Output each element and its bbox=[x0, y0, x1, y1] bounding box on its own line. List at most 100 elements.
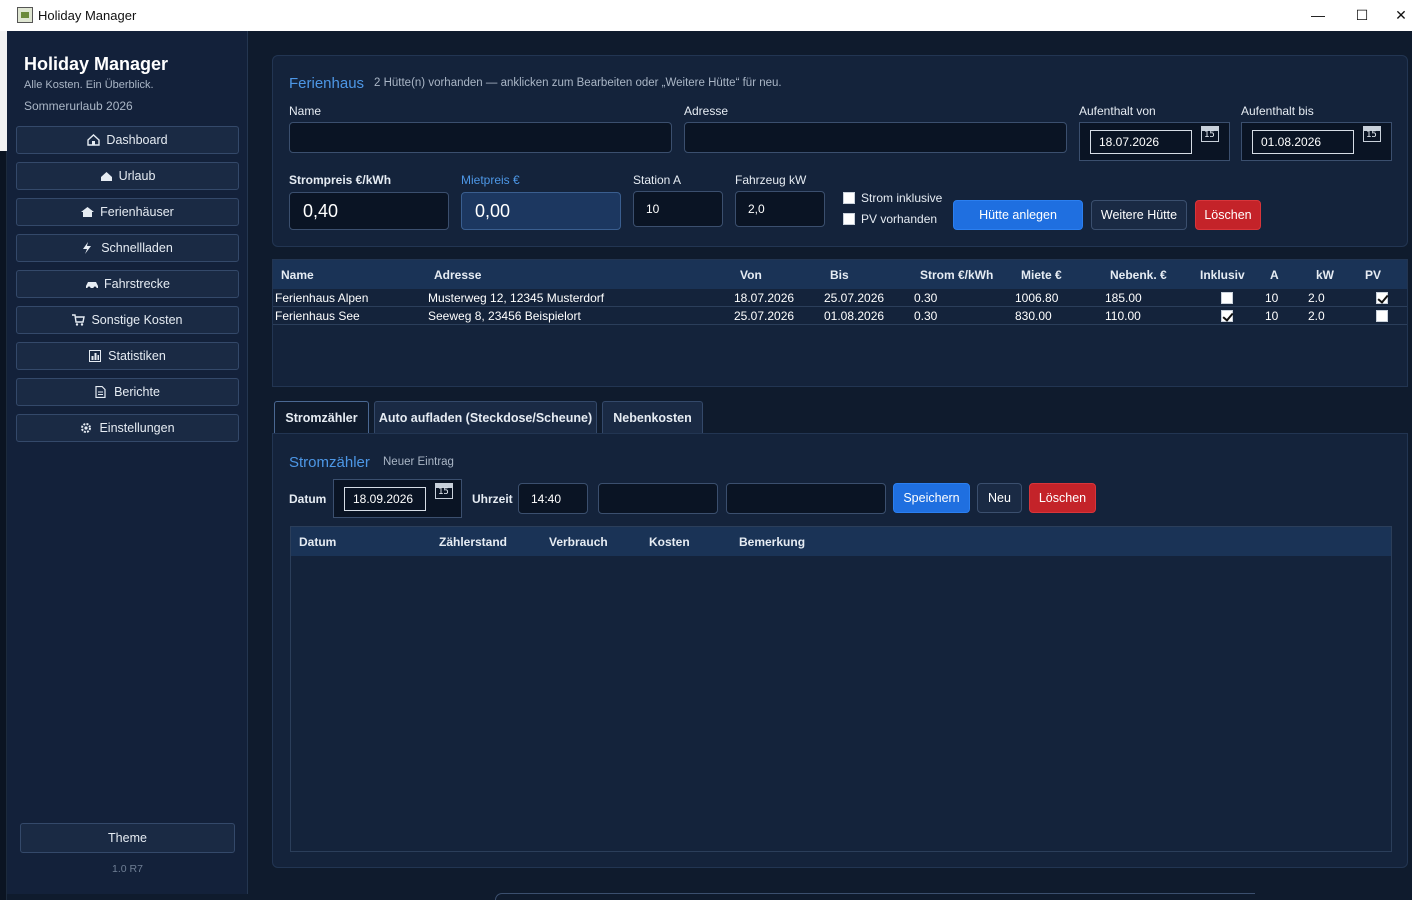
sidebar-item-statistiken[interactable]: Statistiken bbox=[16, 342, 239, 370]
cart-icon bbox=[72, 314, 86, 326]
stay-to-label: Aufenthalt bis bbox=[1241, 104, 1314, 118]
cell-inklusiv[interactable] bbox=[1221, 291, 1233, 307]
cell-nebenk: 110.00 bbox=[1105, 309, 1141, 323]
calendar-icon[interactable]: 15 bbox=[1363, 126, 1381, 142]
new-entry-button[interactable]: Neu bbox=[977, 483, 1022, 513]
uhrzeit-input[interactable]: 14:40 bbox=[518, 483, 588, 514]
sidebar-title: Holiday Manager bbox=[24, 54, 169, 74]
stay-from-date-picker[interactable]: 18.07.2026 15 bbox=[1079, 122, 1230, 161]
save-button[interactable]: Speichern bbox=[893, 483, 970, 513]
tab-auto-aufladen[interactable]: Auto aufladen (Steckdose/Scheune) bbox=[374, 401, 597, 434]
checkbox-box[interactable] bbox=[1221, 292, 1233, 304]
delete-entry-button[interactable]: Löschen bbox=[1029, 483, 1096, 513]
strom-inklusive-checkbox[interactable]: Strom inklusive bbox=[843, 191, 942, 205]
column-header[interactable]: kW bbox=[1316, 268, 1334, 282]
minimize-button[interactable]: — bbox=[1303, 4, 1333, 26]
fahrzeug-input[interactable]: 2,0 bbox=[735, 191, 825, 227]
checkbox-box[interactable] bbox=[1376, 292, 1388, 304]
window-title: Holiday Manager bbox=[38, 8, 137, 23]
sidebar-item-fahrstrecke[interactable]: Fahrstrecke bbox=[16, 270, 239, 298]
pv-label: PV vorhanden bbox=[861, 212, 938, 226]
column-header[interactable]: Inklusiv bbox=[1200, 268, 1245, 282]
stay-from-date-value[interactable]: 18.07.2026 bbox=[1090, 130, 1192, 154]
column-header[interactable]: Adresse bbox=[434, 268, 481, 282]
strompreis-input[interactable]: 0,40 bbox=[289, 192, 449, 230]
cell-kw: 2.0 bbox=[1308, 309, 1325, 323]
column-header[interactable]: Von bbox=[740, 268, 762, 282]
zaehlerstand-input[interactable] bbox=[598, 483, 718, 514]
datum-date-value[interactable]: 18.09.2026 bbox=[344, 487, 426, 511]
cell-miete: 1006.80 bbox=[1015, 291, 1059, 305]
column-header[interactable]: Zählerstand bbox=[439, 535, 507, 549]
checkbox-box[interactable] bbox=[1376, 310, 1388, 322]
table-row[interactable]: Ferienhaus See Seeweg 8, 23456 Beispielo… bbox=[273, 307, 1407, 325]
sidebar-item-label: Ferienhäuser bbox=[100, 205, 174, 219]
stay-to-date-picker[interactable]: 01.08.2026 15 bbox=[1241, 122, 1392, 161]
tab-stromzaehler[interactable]: Stromzähler bbox=[274, 401, 369, 434]
station-input[interactable]: 10 bbox=[633, 191, 723, 227]
column-header[interactable]: Verbrauch bbox=[549, 535, 608, 549]
mietpreis-input[interactable]: 0,00 bbox=[461, 192, 621, 230]
background-window-edge bbox=[495, 893, 1255, 900]
uhrzeit-label: Uhrzeit bbox=[472, 492, 513, 506]
sidebar-item-urlaub[interactable]: Urlaub bbox=[16, 162, 239, 190]
column-header[interactable]: Bemerkung bbox=[739, 535, 805, 549]
cell-kw: 2.0 bbox=[1308, 291, 1325, 305]
sidebar-item-berichte[interactable]: Berichte bbox=[16, 378, 239, 406]
column-header[interactable]: Nebenk. € bbox=[1110, 268, 1167, 282]
column-header[interactable]: Bis bbox=[830, 268, 849, 282]
column-header[interactable]: Strom €/kWh bbox=[920, 268, 993, 282]
column-header[interactable]: Name bbox=[281, 268, 314, 282]
sidebar-item-sonstige-kosten[interactable]: Sonstige Kosten bbox=[16, 306, 239, 334]
checkbox-box[interactable] bbox=[1221, 310, 1233, 322]
checkbox-box[interactable] bbox=[843, 192, 855, 204]
calendar-icon[interactable]: 15 bbox=[1201, 126, 1219, 142]
cell-a: 10 bbox=[1265, 291, 1279, 305]
stay-to-date-value[interactable]: 01.08.2026 bbox=[1252, 130, 1354, 154]
pv-checkbox[interactable]: PV vorhanden bbox=[843, 212, 937, 226]
document-icon bbox=[95, 386, 107, 398]
name-input[interactable] bbox=[289, 122, 672, 153]
window-titlebar: Holiday Manager — ☐ ✕ bbox=[0, 0, 1412, 31]
maximize-button[interactable]: ☐ bbox=[1347, 4, 1377, 26]
close-button[interactable]: ✕ bbox=[1390, 4, 1412, 26]
gear-icon bbox=[80, 422, 92, 434]
column-header[interactable]: Datum bbox=[299, 535, 336, 549]
column-header[interactable]: Miete € bbox=[1021, 268, 1062, 282]
create-house-button[interactable]: Hütte anlegen bbox=[953, 200, 1083, 230]
address-input[interactable] bbox=[684, 122, 1067, 153]
column-header[interactable]: A bbox=[1270, 268, 1279, 282]
ferienhaus-panel: Ferienhaus 2 Hütte(n) vorhanden — anklic… bbox=[272, 55, 1408, 247]
theme-button[interactable]: Theme bbox=[20, 823, 235, 853]
cell-pv[interactable] bbox=[1376, 291, 1388, 307]
sidebar-item-dashboard[interactable]: Dashboard bbox=[16, 126, 239, 154]
delete-house-button[interactable]: Löschen bbox=[1195, 200, 1261, 230]
stromzaehler-subtitle: Neuer Eintrag bbox=[383, 456, 454, 468]
house-icon bbox=[87, 134, 101, 146]
column-header[interactable]: PV bbox=[1365, 268, 1381, 282]
cell-nebenk: 185.00 bbox=[1105, 291, 1142, 305]
table-header: Datum Zählerstand Verbrauch Kosten Bemer… bbox=[291, 527, 1391, 556]
ferienhaus-title: Ferienhaus bbox=[289, 75, 365, 92]
calendar-icon[interactable]: 15 bbox=[435, 483, 453, 499]
tab-nebenkosten[interactable]: Nebenkosten bbox=[602, 401, 703, 434]
sidebar-item-label: Berichte bbox=[114, 385, 160, 399]
cell-inklusiv[interactable] bbox=[1221, 309, 1233, 325]
table-row[interactable]: Ferienhaus Alpen Musterweg 12, 12345 Mus… bbox=[273, 289, 1407, 307]
datum-label: Datum bbox=[289, 492, 327, 506]
datum-date-picker[interactable]: 18.09.2026 15 bbox=[333, 479, 462, 518]
stromzaehler-table: Datum Zählerstand Verbrauch Kosten Bemer… bbox=[290, 526, 1392, 852]
more-house-button[interactable]: Weitere Hütte bbox=[1091, 200, 1187, 230]
sidebar-item-schnellladen[interactable]: Schnellladen bbox=[16, 234, 239, 262]
station-label: Station A bbox=[633, 173, 682, 187]
sidebar-item-ferienhaeuser[interactable]: Ferienhäuser bbox=[16, 198, 239, 226]
cell-pv[interactable] bbox=[1376, 309, 1388, 325]
name-label: Name bbox=[289, 104, 322, 118]
sun-house-icon bbox=[100, 170, 112, 182]
bemerkung-input[interactable] bbox=[726, 483, 886, 514]
checkbox-box[interactable] bbox=[843, 213, 855, 225]
sidebar-item-label: Sonstige Kosten bbox=[91, 313, 183, 327]
column-header[interactable]: Kosten bbox=[649, 535, 690, 549]
sidebar-item-einstellungen[interactable]: Einstellungen bbox=[16, 414, 239, 442]
cell-name: Ferienhaus Alpen bbox=[275, 291, 369, 305]
